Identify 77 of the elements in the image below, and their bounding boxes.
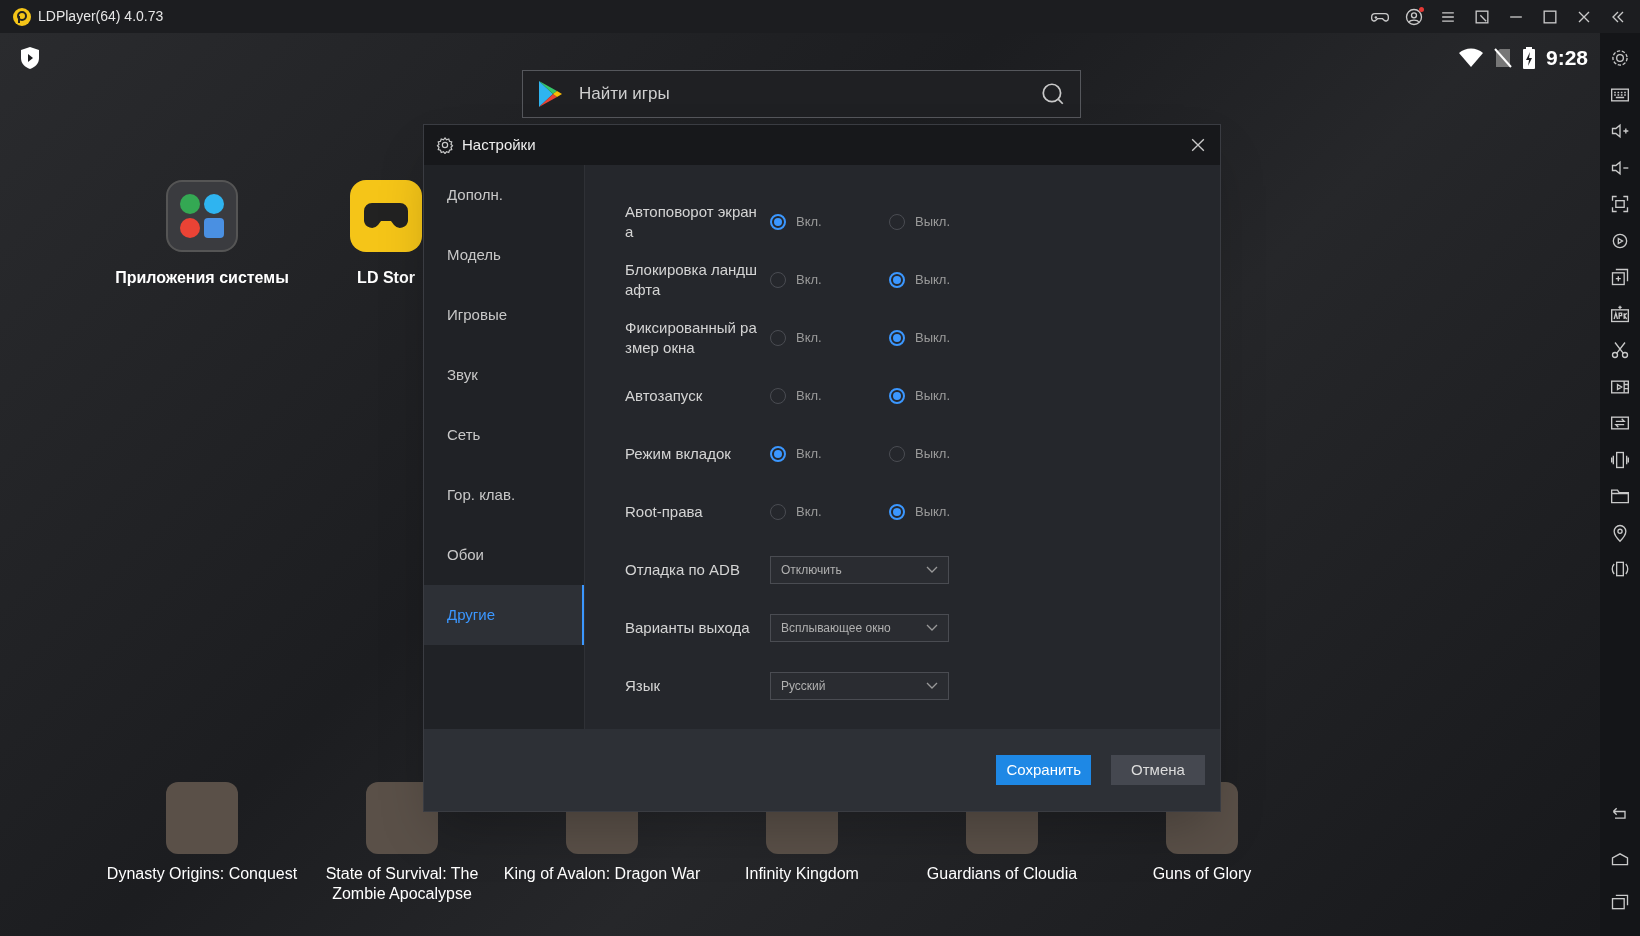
wifi-icon xyxy=(1457,47,1484,68)
radio-label: Выкл. xyxy=(915,271,951,290)
app-label: Guardians of Cloudia xyxy=(926,864,1078,884)
search-field[interactable]: Найти игры xyxy=(522,70,1081,118)
shield-icon[interactable] xyxy=(19,46,41,70)
app-label: LD Stor xyxy=(357,268,415,288)
radio-label: Вкл. xyxy=(796,387,822,406)
radio-button[interactable] xyxy=(770,446,786,462)
no-sim-icon xyxy=(1493,47,1512,68)
apk-icon[interactable] xyxy=(1610,303,1630,324)
setting-label: Язык xyxy=(625,676,662,696)
search-input[interactable]: Найти игры xyxy=(579,81,1040,107)
settings-tab[interactable]: Сеть xyxy=(424,405,584,465)
recent-apps-icon[interactable] xyxy=(1610,892,1630,912)
setting-label: Режим вкладок xyxy=(625,444,732,464)
save-button[interactable]: Сохранить xyxy=(996,755,1091,785)
radio-button[interactable] xyxy=(889,388,905,404)
app-label: Guns of Glory xyxy=(1152,864,1252,884)
setting-label: Отладка по ADB xyxy=(625,560,741,580)
setting-label: Фиксированный размер окна xyxy=(625,318,758,358)
radio-label: Выкл. xyxy=(915,329,951,348)
settings-icon[interactable] xyxy=(436,136,454,154)
gamepad-app-icon[interactable] xyxy=(350,180,422,252)
cancel-button[interactable]: Отмена xyxy=(1111,755,1205,785)
setting-label: Автозапуск xyxy=(625,386,704,406)
setting-label: Root-права xyxy=(625,502,704,522)
radio-button[interactable] xyxy=(770,214,786,230)
radio-label: Вкл. xyxy=(796,329,822,348)
dropdown-value: Русский xyxy=(781,678,827,695)
app-label: State of Survival: The Zombie Apocalypse xyxy=(324,864,480,904)
settings-tab[interactable]: Дополн. xyxy=(424,165,584,225)
dialog-title: Настройки xyxy=(462,134,536,155)
caret-icon xyxy=(926,566,938,574)
radio-label: Выкл. xyxy=(915,213,951,232)
dropdown-field[interactable]: Русский xyxy=(770,672,949,700)
battery-charging-icon xyxy=(1521,46,1536,69)
setting-label: Варианты выхода xyxy=(625,618,751,638)
radio-label: Вкл. xyxy=(796,503,822,522)
settings-tab[interactable]: Звук xyxy=(424,345,584,405)
dropdown-field[interactable]: Отключить xyxy=(770,556,949,584)
add-window-icon[interactable] xyxy=(1610,267,1630,288)
settings-icon[interactable] xyxy=(1610,48,1630,69)
radio-label: Вкл. xyxy=(796,271,822,290)
app-folder-icon[interactable] xyxy=(166,180,238,252)
setting-label: Автоповорот экрана xyxy=(625,202,758,242)
app-label: Infinity Kingdom xyxy=(745,864,859,884)
app-label: King of Avalon: Dragon War xyxy=(503,864,701,884)
fullscreen-icon[interactable] xyxy=(1610,194,1630,215)
radio-label: Выкл. xyxy=(915,445,951,464)
radio-label: Выкл. xyxy=(915,503,951,522)
window-title: LDPlayer(64) 4.0.73 xyxy=(38,7,164,26)
radio-label: Вкл. xyxy=(796,445,822,464)
settings-tab[interactable]: Игровые xyxy=(424,285,584,345)
caret-icon xyxy=(926,682,938,690)
radio-button[interactable] xyxy=(889,504,905,520)
radio-label: Вкл. xyxy=(796,213,822,232)
clock-time: 9:28 xyxy=(1545,45,1588,71)
dropdown-value: Отключить xyxy=(781,562,843,579)
settings-tab[interactable]: Другие xyxy=(424,585,584,645)
settings-tab[interactable]: Гор. клав. xyxy=(424,465,584,525)
settings-tab[interactable]: Модель xyxy=(424,225,584,285)
app-label: Приложения системы xyxy=(115,268,289,288)
search-icon[interactable] xyxy=(1040,81,1066,107)
play-store-icon xyxy=(537,80,563,108)
dropdown-value: Всплывающее окно xyxy=(781,620,892,637)
radio-button[interactable] xyxy=(889,272,905,288)
app-logo-icon xyxy=(12,6,32,27)
caret-icon xyxy=(926,624,938,632)
radio-button[interactable] xyxy=(889,330,905,346)
account-icon[interactable] xyxy=(1404,6,1424,27)
app-label: Dynasty Origins: Conquest xyxy=(106,864,298,884)
shake-icon[interactable] xyxy=(1610,449,1630,470)
dropdown-field[interactable]: Всплывающее окно xyxy=(770,614,949,642)
scissors-icon[interactable] xyxy=(1610,340,1630,361)
setting-label: Блокировка ландшафта xyxy=(625,260,759,300)
settings-tab[interactable]: Обои xyxy=(424,525,584,585)
radio-label: Выкл. xyxy=(915,387,951,406)
